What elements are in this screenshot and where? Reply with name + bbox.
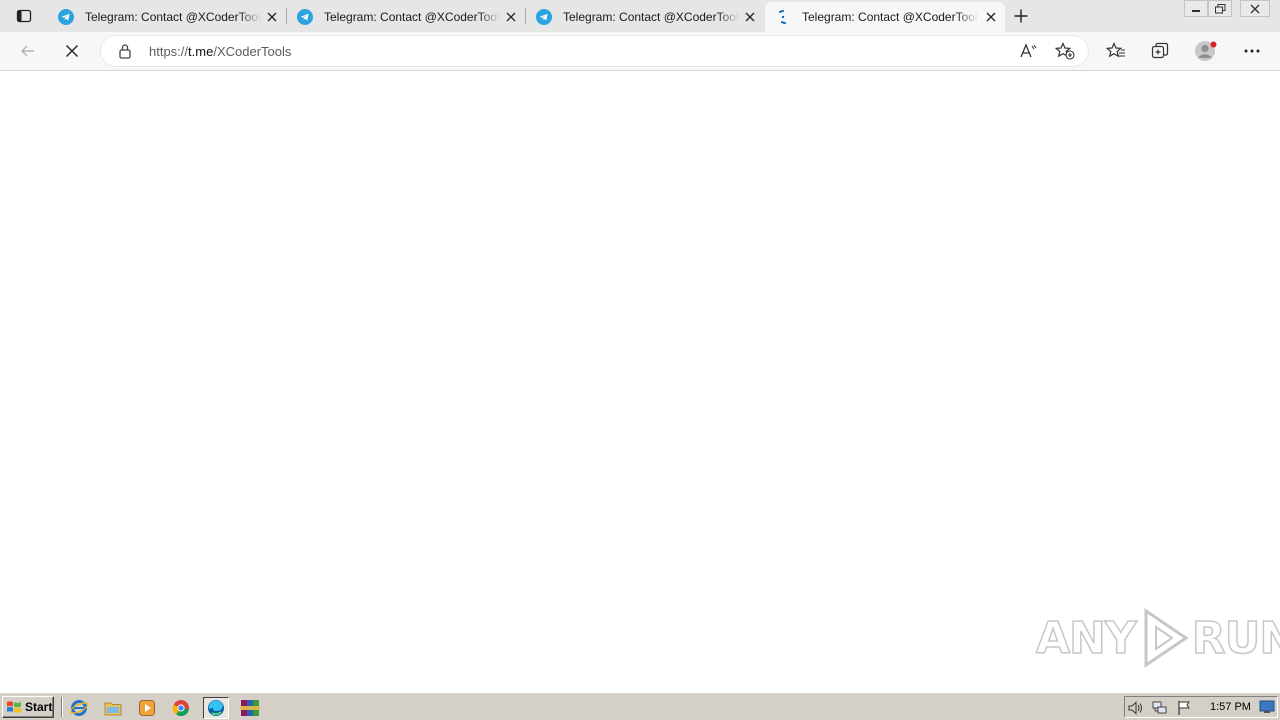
browser-tab-1[interactable]: Telegram: Contact @XCoderTools — [48, 2, 286, 32]
profile-button[interactable] — [1191, 37, 1221, 65]
url-path: /XCoderTools — [213, 44, 292, 59]
system-tray: 1:57 PM — [1124, 696, 1278, 718]
flag-icon — [1178, 701, 1190, 715]
address-bar[interactable]: https://t.me/XCoderTools — [101, 36, 1088, 66]
navigation-toolbar: https://t.me/XCoderTools — [0, 32, 1280, 71]
tab-close-button[interactable] — [503, 9, 519, 25]
restore-icon — [1214, 3, 1225, 13]
tray-action-center[interactable] — [1176, 700, 1192, 716]
quicklaunch-winrar[interactable] — [237, 697, 263, 719]
start-label: Start — [25, 700, 53, 714]
tab-actions-menu-button[interactable] — [12, 6, 36, 26]
window-close-button[interactable] — [1240, 0, 1270, 17]
watermark-text-left: ANY — [1035, 612, 1137, 665]
new-tab-button[interactable] — [1010, 5, 1032, 27]
collections-icon — [1151, 42, 1169, 59]
restore-button[interactable] — [1208, 0, 1232, 17]
telegram-icon — [536, 9, 552, 25]
tab-title: Telegram: Contact @XCoderTools — [324, 10, 500, 24]
network-icon — [1152, 701, 1167, 714]
telegram-icon — [297, 9, 313, 25]
edge-icon — [208, 700, 224, 716]
browser-tab-3[interactable]: Telegram: Contact @XCoderTools — [526, 2, 764, 32]
anyrun-watermark: ANY RUN — [1035, 607, 1280, 669]
avatar-icon — [1195, 41, 1217, 61]
url-text[interactable]: https://t.me/XCoderTools — [149, 44, 291, 59]
tab-close-button[interactable] — [264, 9, 280, 25]
favorites-button[interactable] — [1101, 37, 1131, 65]
favorites-icon — [1106, 42, 1125, 58]
windows-logo-icon — [7, 701, 21, 713]
close-icon — [1250, 4, 1260, 13]
tab-title: Telegram: Contact @XCoderTools — [85, 10, 261, 24]
tab-actions-icon — [16, 9, 32, 23]
quicklaunch-media-player[interactable] — [136, 697, 158, 719]
tab-strip: Telegram: Contact @XCoderTools Telegram:… — [0, 0, 1280, 32]
tab-close-button[interactable] — [983, 9, 999, 25]
show-desktop-button[interactable] — [1259, 699, 1275, 715]
stop-loading-button[interactable] — [57, 37, 87, 65]
minimize-button[interactable] — [1184, 0, 1208, 17]
quicklaunch-ie[interactable] — [68, 697, 90, 719]
plus-icon — [1014, 9, 1028, 23]
more-dots-icon — [1244, 49, 1260, 53]
lock-icon[interactable] — [118, 43, 132, 59]
quicklaunch-chrome[interactable] — [170, 697, 192, 719]
star-add-icon — [1055, 42, 1075, 60]
close-icon — [986, 12, 996, 22]
tab-title: Telegram: Contact @XCoderTools — [563, 10, 739, 24]
minimize-icon — [1192, 9, 1200, 12]
tray-volume[interactable] — [1128, 700, 1144, 716]
read-aloud-icon — [1020, 43, 1037, 58]
stop-icon — [66, 45, 78, 57]
settings-and-more-button[interactable] — [1237, 37, 1267, 65]
tray-network[interactable] — [1152, 700, 1168, 716]
tab-close-button[interactable] — [742, 9, 758, 25]
browser-tab-2[interactable]: Telegram: Contact @XCoderTools — [287, 2, 525, 32]
loading-spinner-icon — [779, 10, 786, 24]
media-player-icon — [139, 700, 155, 716]
url-scheme: https:// — [149, 44, 189, 59]
ie-icon — [70, 700, 88, 716]
show-desktop-icon — [1259, 700, 1275, 713]
taskbar: Start 1:57 PM — [0, 692, 1280, 720]
url-host: t.me — [188, 44, 214, 59]
watermark-text-right: RUN — [1191, 612, 1280, 665]
quicklaunch-explorer[interactable] — [102, 697, 124, 719]
add-to-favorites-button[interactable] — [1053, 40, 1077, 62]
close-icon — [745, 12, 755, 22]
explorer-folder-icon — [104, 702, 122, 716]
start-button[interactable]: Start — [2, 696, 54, 718]
clock[interactable]: 1:57 PM — [1210, 701, 1251, 713]
page-content — [0, 71, 1280, 692]
browser-tab-4-active[interactable]: Telegram: Contact @XCoderTools — [765, 2, 1005, 32]
back-arrow-icon — [21, 45, 34, 57]
quicklaunch-edge-active[interactable] — [203, 697, 229, 719]
read-aloud-button[interactable] — [1017, 40, 1041, 62]
telegram-icon — [58, 9, 74, 25]
tab-title: Telegram: Contact @XCoderTools — [802, 10, 978, 24]
collections-button[interactable] — [1145, 37, 1175, 65]
chrome-icon — [172, 700, 189, 716]
play-logo-icon — [1144, 608, 1189, 668]
taskbar-separator — [61, 697, 63, 717]
winrar-icon — [240, 700, 260, 716]
close-icon — [267, 12, 277, 22]
speaker-icon — [1128, 701, 1142, 715]
close-icon — [506, 12, 516, 22]
back-button[interactable] — [13, 37, 43, 65]
